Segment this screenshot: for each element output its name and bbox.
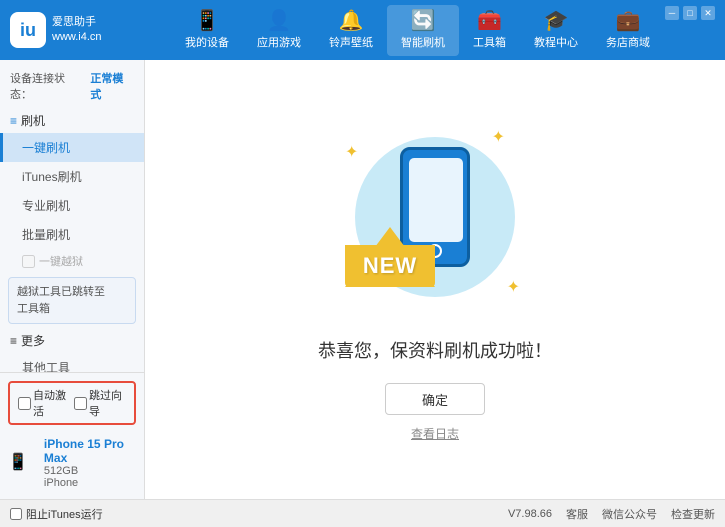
device-phone-icon: 📱 [8, 452, 28, 472]
new-ribbon: NEW [345, 227, 435, 287]
bottom-link-wechat[interactable]: 微信公众号 [602, 506, 657, 522]
bottom-bar: 阻止iTunes运行 V7.98.66 客服 微信公众号 检查更新 [0, 499, 725, 527]
sparkle-1-icon: ✦ [345, 142, 358, 162]
auto-guide-checkbox[interactable] [74, 397, 87, 410]
sidebar-item-one-key-flash[interactable]: 一键刷机 [0, 133, 144, 162]
minimize-button[interactable]: ─ [665, 6, 679, 20]
sidebar: 设备连接状态： 正常模式 ≡ 刷机 一键刷机 iTunes刷机 专业刷机 [0, 60, 145, 499]
bottom-link-customer[interactable]: 客服 [566, 506, 588, 522]
ribbon-body: NEW [345, 245, 435, 287]
tab-smart-flash[interactable]: 🔄 智能刷机 [387, 5, 459, 56]
tab-ringtones[interactable]: 🔔 铃声壁纸 [315, 5, 387, 56]
tab-my-device[interactable]: 📱 我的设备 [171, 5, 243, 56]
maximize-button[interactable]: □ [683, 6, 697, 20]
smart-flash-icon: 🔄 [411, 11, 436, 31]
sidebar-item-itunes-flash[interactable]: iTunes刷机 [0, 162, 144, 191]
flash-section-header: ≡ 刷机 [0, 108, 144, 133]
log-link[interactable]: 查看日志 [411, 425, 459, 442]
sidebar-jailbreak-note: 越狱工具已跳转至 工具箱 [8, 277, 136, 324]
sidebar-disabled-jailbreak: 一键越狱 [0, 249, 144, 273]
device-row: 📱 iPhone 15 Pro Max 512GB iPhone [0, 429, 144, 495]
tab-tutorials[interactable]: 🎓 教程中心 [520, 5, 592, 56]
logo-icon: iu [10, 12, 46, 48]
sparkle-2-icon: ✦ [492, 127, 505, 147]
top-bar: iu 爱思助手 www.i4.cn 📱 我的设备 👤 应用游戏 🔔 铃声壁纸 🔄… [0, 0, 725, 60]
logo-area: iu 爱思助手 www.i4.cn [10, 12, 120, 48]
sidebar-full: 设备连接状态： 正常模式 ≡ 刷机 一键刷机 iTunes刷机 专业刷机 [0, 64, 144, 499]
bottom-right: V7.98.66 客服 微信公众号 检查更新 [508, 506, 715, 522]
bottom-link-update[interactable]: 检查更新 [671, 506, 715, 522]
sidebar-item-batch-flash[interactable]: 批量刷机 [0, 220, 144, 249]
tab-services[interactable]: 💼 务店商域 [592, 5, 664, 56]
content-area: NEW ✦ ✦ ✦ 恭喜您，保资料刷机成功啦！ 确定 查看日志 [145, 60, 725, 499]
sidebar-status: 设备连接状态： 正常模式 [0, 64, 144, 108]
success-illustration: NEW ✦ ✦ ✦ [335, 117, 535, 317]
jailbreak-checkbox [22, 255, 35, 268]
success-message: 恭喜您，保资料刷机成功啦！ [318, 337, 552, 363]
sidebar-item-pro-flash[interactable]: 专业刷机 [0, 191, 144, 220]
flash-section-icon: ≡ [10, 114, 17, 128]
main-layout: 设备连接状态： 正常模式 ≡ 刷机 一键刷机 iTunes刷机 专业刷机 [0, 60, 725, 499]
toolbox-icon: 🧰 [477, 11, 502, 31]
sidebar-footer: 自动激活 跳过向导 📱 iPhone 15 Pro Max 512GB iPho… [0, 372, 144, 499]
auto-actions: 自动激活 跳过向导 [8, 381, 136, 425]
sidebar-item-other-tools[interactable]: 其他工具 [0, 353, 144, 372]
auto-activate-item: 自动激活 [18, 387, 70, 419]
close-button[interactable]: ✕ [701, 6, 715, 20]
bottom-left: 阻止iTunes运行 [10, 506, 155, 522]
my-device-icon: 📱 [195, 11, 220, 31]
auto-guide-item: 跳过向导 [74, 387, 126, 419]
apps-games-icon: 👤 [267, 11, 292, 31]
logo-text: 爱思助手 www.i4.cn [52, 15, 102, 46]
auto-activate-checkbox[interactable] [18, 397, 31, 410]
sparkle-3-icon: ✦ [507, 277, 520, 297]
confirm-button[interactable]: 确定 [385, 383, 485, 415]
more-section-header: ≡ 更多 [0, 328, 144, 353]
tutorials-icon: 🎓 [544, 11, 569, 31]
sidebar-scroll: 设备连接状态： 正常模式 ≡ 刷机 一键刷机 iTunes刷机 专业刷机 [0, 64, 144, 372]
device-info: iPhone 15 Pro Max 512GB iPhone [34, 433, 136, 491]
window-controls: ─ □ ✕ [665, 6, 715, 20]
itunes-block-checkbox[interactable] [10, 508, 22, 520]
logo-char: iu [20, 20, 36, 41]
services-icon: 💼 [616, 11, 641, 31]
ringtones-icon: 🔔 [339, 11, 364, 31]
tab-apps-games[interactable]: 👤 应用游戏 [243, 5, 315, 56]
nav-tabs: 📱 我的设备 👤 应用游戏 🔔 铃声壁纸 🔄 智能刷机 🧰 工具箱 🎓 教程中心… [120, 5, 715, 56]
more-icon: ≡ [10, 334, 17, 348]
tab-toolbox[interactable]: 🧰 工具箱 [459, 5, 520, 56]
